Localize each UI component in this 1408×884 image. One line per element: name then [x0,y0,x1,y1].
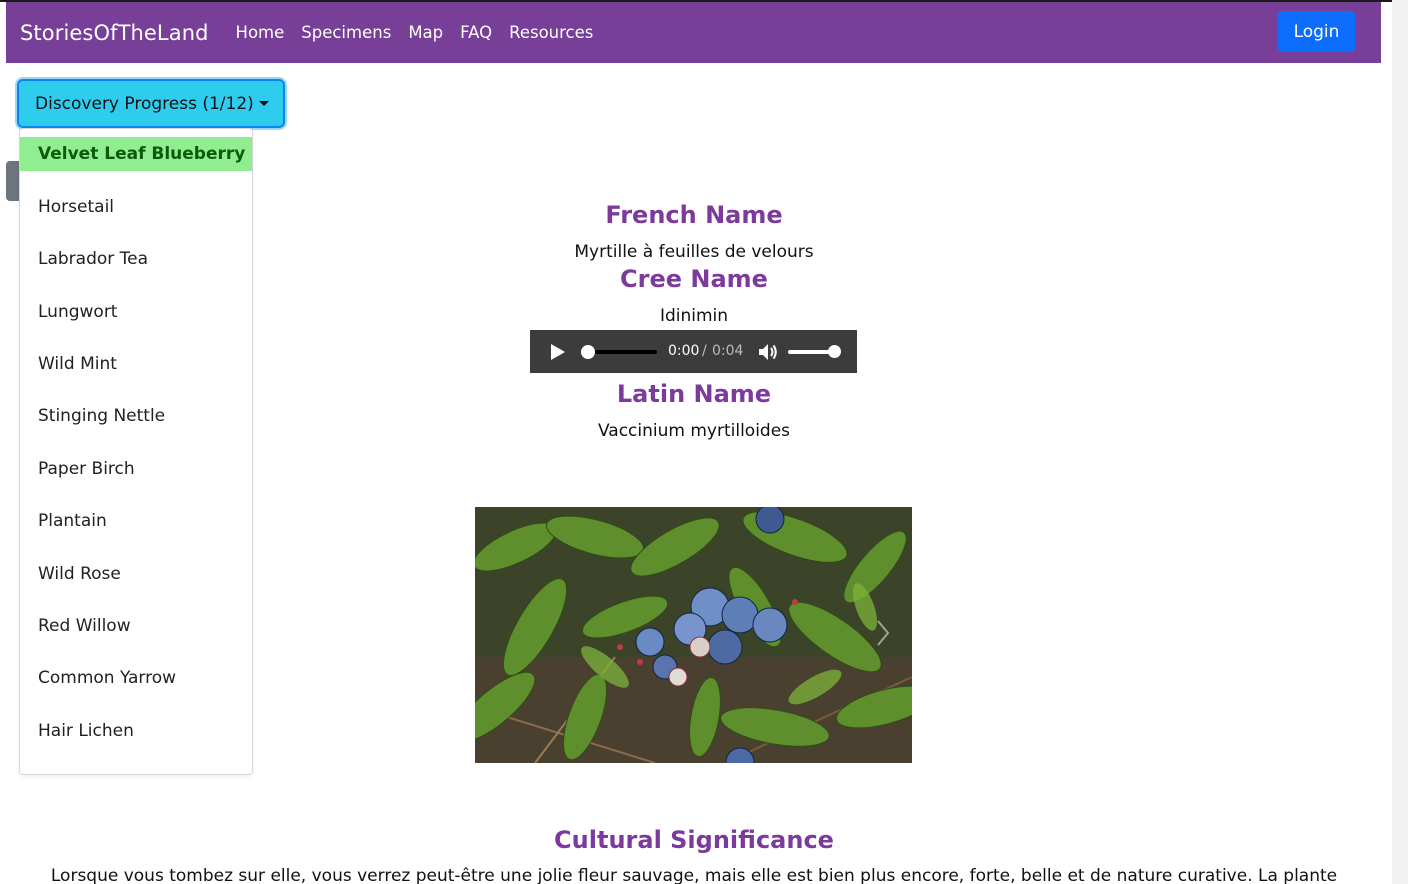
nav-link-home[interactable]: Home [236,23,285,42]
audio-seek-bar[interactable] [588,350,657,354]
menu-item-common-yarrow[interactable]: Common Yarrow [20,668,252,688]
cultural-significance-text: Lorsque vous tombez sur elle, vous verre… [50,866,1338,884]
latin-name-value: Vaccinium myrtilloides [597,421,791,441]
volume-slider-thumb[interactable] [828,345,841,358]
menu-item-wild-mint[interactable]: Wild Mint [20,354,252,374]
french-name-heading: French Name [605,201,783,229]
cree-name-heading: Cree Name [620,265,768,293]
specimen-photo [475,507,912,763]
audio-current-time: 0:00 [668,343,700,359]
audio-seek-thumb[interactable] [581,345,595,359]
menu-item-hair-lichen[interactable]: Hair Lichen [20,721,252,741]
nav-links: Home Specimens Map FAQ Resources [229,23,594,42]
discovery-progress-label: Discovery Progress (1/12) [35,93,254,114]
menu-item-paper-birch[interactable]: Paper Birch [20,459,252,479]
blueberry-photo-illustration [475,507,912,763]
nav-link-faq[interactable]: FAQ [460,23,492,42]
login-button[interactable]: Login [1278,11,1355,52]
caret-down-icon [258,101,269,106]
menu-item-wild-rose[interactable]: Wild Rose [20,564,252,584]
brand-logo-text[interactable]: StoriesOfTheLand [20,21,209,45]
nav-link-map[interactable]: Map [408,23,443,42]
audio-duration: 0:04 [712,343,744,359]
side-toggle-tab[interactable] [6,161,20,201]
navbar: StoriesOfTheLand Home Specimens Map FAQ … [6,2,1381,63]
cultural-significance-heading: Cultural Significance [554,826,834,854]
nav-link-specimens[interactable]: Specimens [301,23,391,42]
discovery-progress-button[interactable]: Discovery Progress (1/12) [17,79,285,128]
chevron-right-icon[interactable] [876,619,890,647]
nav-link-resources[interactable]: Resources [509,23,593,42]
scrollbar-track[interactable] [1392,0,1408,884]
cree-pronunciation-audio-player: 0:00 / 0:04 [530,330,857,373]
audio-time-separator: / [702,343,707,359]
menu-item-plantain[interactable]: Plantain [20,511,252,531]
latin-name-heading: Latin Name [616,380,772,408]
play-icon[interactable] [551,344,565,360]
french-name-value: Myrtille à feuilles de velours [574,242,814,262]
cree-name-value: Idinimin [659,306,729,326]
menu-item-red-willow[interactable]: Red Willow [20,616,252,636]
menu-item-velvet-leaf-blueberry[interactable]: Velvet Leaf Blueberry [20,137,252,171]
volume-icon[interactable] [758,343,778,361]
